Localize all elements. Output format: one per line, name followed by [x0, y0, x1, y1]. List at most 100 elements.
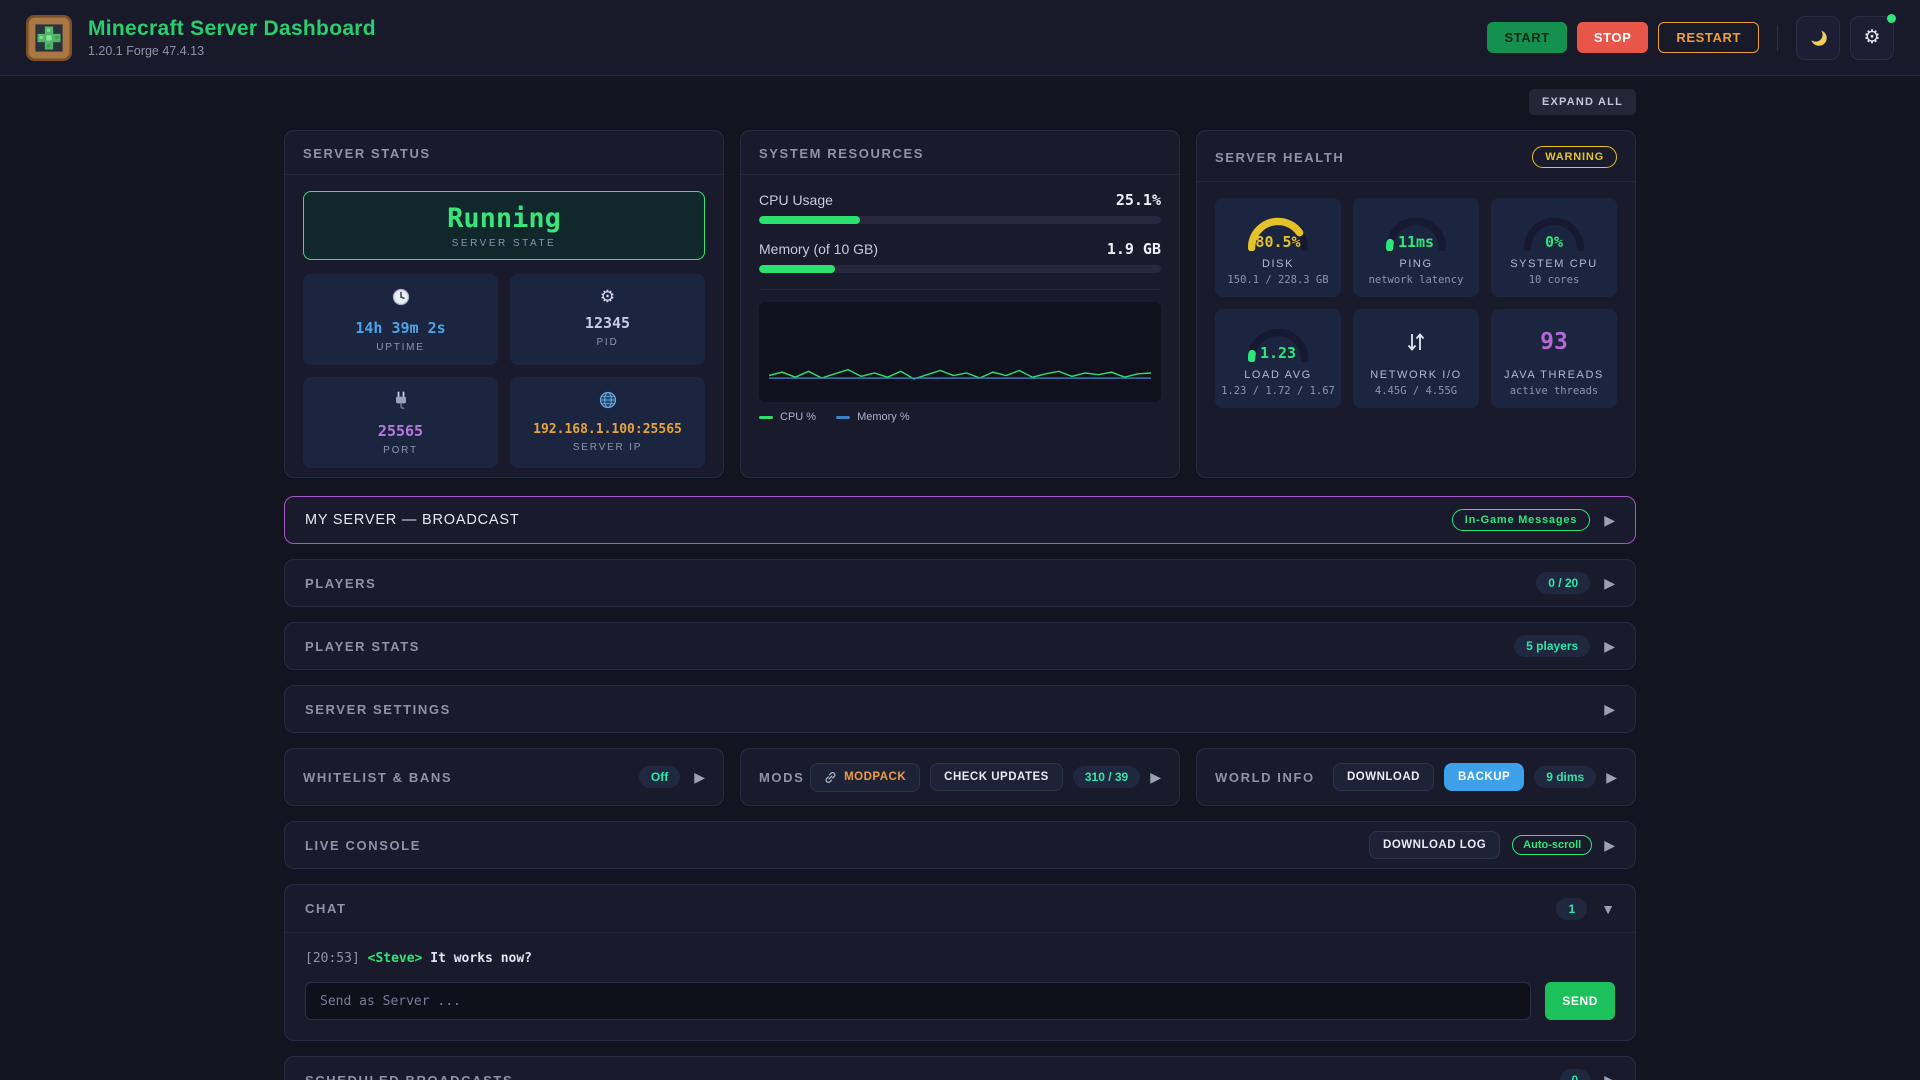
players-count-badge: 0 / 20	[1536, 572, 1590, 594]
broadcast-title: MY SERVER — BROADCAST	[305, 512, 519, 528]
mods-title: MODS	[759, 770, 804, 785]
java-threads-sub: active threads	[1495, 385, 1613, 397]
network-io-tile: NETWORK I/O 4.45G / 4.55G	[1353, 309, 1479, 408]
warning-badge: WARNING	[1532, 146, 1617, 168]
app-header: Minecraft Server Dashboard 1.20.1 Forge …	[0, 0, 1920, 76]
chat-message-time: [20:53]	[305, 951, 360, 966]
chevron-right-icon[interactable]: ▶	[1604, 1073, 1615, 1080]
server-ip-label: SERVER IP	[516, 442, 699, 453]
chevron-right-icon[interactable]: ▶	[1604, 576, 1615, 590]
load-avg-label: LOAD AVG	[1219, 369, 1337, 381]
memory-progress-bar	[759, 265, 1161, 273]
ping-gauge-tile: 11ms PING network latency	[1353, 198, 1479, 297]
mods-count-badge: 310 / 39	[1073, 766, 1140, 788]
chevron-right-icon[interactable]: ▶	[1604, 838, 1615, 852]
whitelist-status-badge: Off	[639, 766, 680, 788]
chevron-right-icon[interactable]: ▶	[1604, 639, 1615, 653]
system-resources-card: SYSTEM RESOURCES CPU Usage 25.1% Memory …	[740, 130, 1180, 478]
legend-item-cpu: CPU %	[759, 411, 816, 423]
header-divider	[1777, 25, 1778, 51]
chat-count-badge: 1	[1556, 898, 1587, 920]
memory-label: Memory (of 10 GB)	[759, 241, 878, 257]
server-state-box: Running SERVER STATE	[303, 191, 705, 260]
autoscroll-toggle[interactable]: Auto-scroll	[1512, 835, 1592, 855]
stop-button[interactable]: STOP	[1577, 22, 1649, 53]
load-avg-sub: 1.23 / 1.72 / 1.67	[1219, 385, 1337, 397]
expand-all-button[interactable]: EXPAND ALL	[1529, 89, 1636, 115]
app-logo-crafting-table-icon	[26, 15, 72, 61]
server-status-card: SERVER STATUS Running SERVER STATE 14h 3…	[284, 130, 724, 478]
check-updates-button[interactable]: CHECK UPDATES	[930, 763, 1063, 791]
dimensions-badge: 9 dims	[1534, 766, 1596, 788]
section-live-console[interactable]: LIVE CONSOLE DOWNLOAD LOG Auto-scroll ▶	[284, 821, 1636, 869]
section-scheduled-broadcasts[interactable]: SCHEDULED BROADCASTS 0 ▶	[284, 1056, 1636, 1080]
port-label: PORT	[309, 445, 492, 456]
section-chat: CHAT 1 ▼ [20:53] <Steve> It works now? S…	[284, 884, 1636, 1041]
section-player-stats[interactable]: PLAYER STATS 5 players ▶	[284, 622, 1636, 670]
pid-label: PID	[516, 337, 699, 348]
modpack-button-label: MODPACK	[844, 771, 906, 783]
online-status-dot	[1887, 14, 1896, 23]
section-broadcast[interactable]: MY SERVER — BROADCAST In-Game Messages ▶	[284, 496, 1636, 544]
modpack-button[interactable]: MODPACK	[810, 763, 920, 792]
section-whitelist-bans[interactable]: WHITELIST & BANS Off ▶	[284, 748, 724, 806]
chat-message-text: It works now?	[430, 951, 532, 966]
scheduled-count-badge: 0	[1560, 1069, 1591, 1080]
download-log-button[interactable]: DOWNLOAD LOG	[1369, 831, 1500, 859]
section-mods[interactable]: MODS MODPACK CHECK UPDATES 310 / 39 ▶	[740, 748, 1180, 806]
download-world-button[interactable]: DOWNLOAD	[1333, 763, 1434, 791]
chevron-down-icon[interactable]: ▼	[1601, 902, 1615, 916]
chat-header[interactable]: CHAT 1 ▼	[285, 885, 1635, 933]
section-players[interactable]: PLAYERS 0 / 20 ▶	[284, 559, 1636, 607]
java-threads-value: 93	[1540, 322, 1568, 362]
chevron-right-icon[interactable]: ▶	[1150, 770, 1161, 784]
disk-value: 80.5%	[1219, 233, 1337, 251]
system-cpu-value: 0%	[1495, 233, 1613, 251]
send-button[interactable]: SEND	[1545, 982, 1615, 1020]
network-io-icon	[1404, 328, 1428, 356]
start-button[interactable]: START	[1487, 22, 1566, 53]
cpu-legend-swatch	[759, 416, 773, 419]
moon-icon	[1807, 27, 1829, 49]
player-stats-badge: 5 players	[1514, 635, 1590, 657]
memory-value: 1.9 GB	[1107, 240, 1161, 258]
chat-input[interactable]	[305, 982, 1531, 1020]
system-cpu-label: SYSTEM CPU	[1495, 258, 1613, 270]
section-server-settings[interactable]: SERVER SETTINGS ▶	[284, 685, 1636, 733]
chevron-right-icon[interactable]: ▶	[694, 770, 705, 784]
live-console-title: LIVE CONSOLE	[305, 838, 421, 853]
java-threads-tile: 93 JAVA THREADS active threads	[1491, 309, 1617, 408]
memory-legend-swatch	[836, 416, 850, 419]
cpu-legend-label: CPU %	[780, 411, 816, 423]
players-title: PLAYERS	[305, 576, 376, 591]
whitelist-title: WHITELIST & BANS	[303, 770, 452, 785]
settings-button[interactable]: ⚙	[1850, 16, 1894, 60]
cpu-progress-fill	[759, 216, 860, 224]
cpu-usage-value: 25.1%	[1116, 191, 1161, 209]
restart-button[interactable]: RESTART	[1658, 22, 1759, 53]
chevron-right-icon[interactable]: ▶	[1606, 770, 1617, 784]
link-icon	[824, 771, 837, 784]
section-world-info[interactable]: WORLD INFO DOWNLOAD BACKUP 9 dims ▶	[1196, 748, 1636, 806]
chat-message: [20:53] <Steve> It works now?	[305, 951, 1615, 966]
gear-icon: ⚙	[600, 287, 615, 307]
chat-message-player: <Steve>	[368, 951, 423, 966]
memory-progress-fill	[759, 265, 835, 273]
chevron-right-icon[interactable]: ▶	[1604, 702, 1615, 716]
backup-button[interactable]: BACKUP	[1444, 763, 1524, 791]
memory-legend-label: Memory %	[857, 411, 910, 423]
server-state-label: SERVER STATE	[304, 238, 704, 249]
server-settings-title: SERVER SETTINGS	[305, 702, 451, 717]
resources-chart	[769, 310, 1151, 394]
ping-sub: network latency	[1357, 274, 1475, 286]
server-ip-tile: 192.168.1.100:25565 SERVER IP	[510, 377, 705, 468]
java-threads-label: JAVA THREADS	[1495, 369, 1613, 381]
theme-toggle-button[interactable]	[1796, 16, 1840, 60]
network-io-label: NETWORK I/O	[1357, 369, 1475, 381]
disk-label: DISK	[1219, 258, 1337, 270]
uptime-label: UPTIME	[309, 342, 492, 353]
disk-gauge-tile: 80.5% DISK 150.1 / 228.3 GB	[1215, 198, 1341, 297]
server-ip-value: 192.168.1.100:25565	[516, 422, 699, 437]
globe-icon	[598, 390, 618, 410]
chevron-right-icon[interactable]: ▶	[1604, 513, 1615, 527]
